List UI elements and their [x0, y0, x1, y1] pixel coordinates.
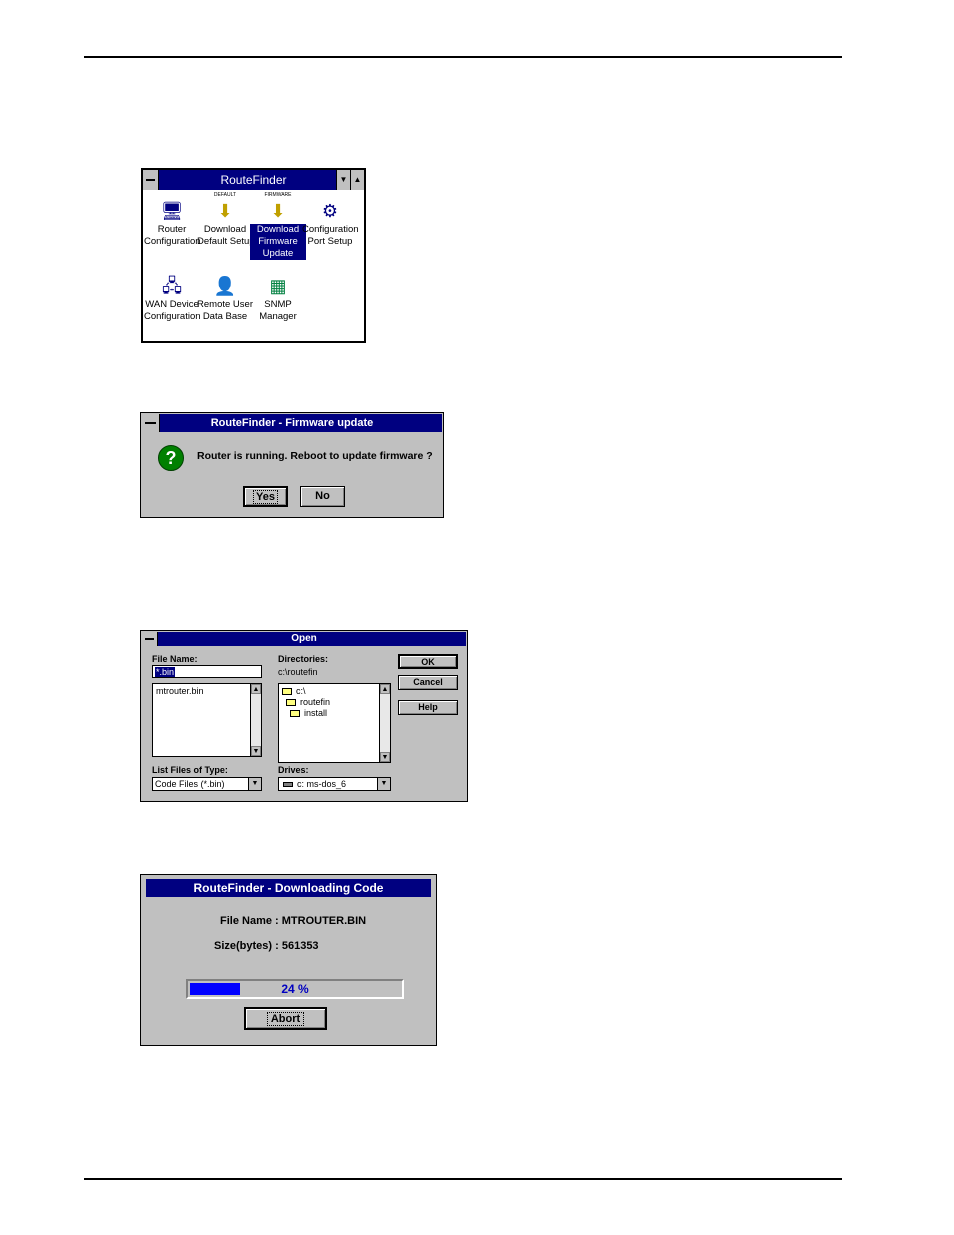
- file-list[interactable]: mtrouter.bin ▲ ▼: [152, 683, 262, 757]
- icon-caption: Firmware: [250, 236, 306, 248]
- file-name-input[interactable]: *.bin: [152, 665, 262, 678]
- top-rule: [84, 56, 842, 58]
- directory-list[interactable]: c:\ routefin install ▲ ▼: [278, 683, 391, 763]
- download-firmware-icon: ⬇: [270, 201, 286, 221]
- drive-icon: [283, 782, 293, 787]
- ok-button[interactable]: OK: [398, 654, 458, 669]
- minimize-icon[interactable]: ▼: [336, 170, 350, 190]
- icon-caption: Data Base: [202, 311, 248, 322]
- directory-item[interactable]: install: [282, 708, 330, 719]
- icon-caption: Configuration: [144, 311, 201, 322]
- bottom-rule: [84, 1178, 842, 1180]
- directories-label: Directories:: [278, 654, 329, 664]
- dialog-title: RouteFinder - Firmware update: [210, 417, 374, 429]
- directory-item[interactable]: c:\: [282, 686, 330, 697]
- control-menu-icon[interactable]: [142, 414, 160, 432]
- scroll-down-icon[interactable]: ▼: [380, 752, 390, 762]
- firmware-update-dialog: RouteFinder - Firmware update ? Router i…: [140, 412, 444, 518]
- cancel-button[interactable]: Cancel: [398, 675, 458, 690]
- open-title-bar[interactable]: Open: [142, 632, 466, 646]
- size-line: Size(bytes) : 561353: [214, 940, 319, 952]
- file-name-label: File Name:: [152, 654, 198, 664]
- maximize-icon[interactable]: ▲: [350, 170, 364, 190]
- yes-button[interactable]: Yes: [243, 486, 288, 507]
- group-icon-item[interactable]: 🖥 Router Configuration: [144, 192, 201, 248]
- icon-caption: Update: [250, 248, 306, 260]
- scroll-up-icon[interactable]: ▲: [251, 684, 261, 694]
- file-name-line: File Name : MTROUTER.BIN: [220, 915, 367, 927]
- folder-icon: [282, 688, 292, 695]
- group-icon-item[interactable]: ⚙ Configuration Port Setup: [302, 192, 359, 248]
- icon-caption: Router: [157, 224, 187, 235]
- directory-name: c:\: [296, 686, 306, 696]
- directory-list-scrollbar[interactable]: ▲ ▼: [379, 684, 390, 762]
- download-title-bar[interactable]: RouteFinder - Downloading Code: [146, 879, 431, 897]
- folder-icon: [286, 699, 296, 706]
- file-list-item[interactable]: mtrouter.bin: [156, 686, 204, 697]
- icon-caption: Download: [250, 224, 306, 236]
- port-setup-icon: ⚙: [321, 201, 339, 221]
- scroll-up-icon[interactable]: ▲: [380, 684, 390, 694]
- downloading-code-dialog: RouteFinder - Downloading Code File Name…: [140, 874, 437, 1046]
- download-default-icon: ⬇: [217, 201, 233, 221]
- group-icon-item[interactable]: ▦ SNMP Manager: [250, 267, 306, 323]
- remote-user-icon: 👤: [213, 276, 237, 296]
- icon-caption: Port Setup: [307, 236, 353, 247]
- group-icon-item[interactable]: 🖧 WAN Device Configuration: [144, 267, 201, 323]
- group-icon-item[interactable]: DEFAULT ⬇ Download Default Setup: [197, 192, 255, 248]
- directory-item[interactable]: routefin: [282, 697, 330, 708]
- dropdown-arrow-icon[interactable]: ▼: [248, 778, 261, 790]
- current-directory: c:\routefin: [278, 667, 318, 677]
- dialog-title: RouteFinder - Downloading Code: [193, 881, 384, 895]
- no-button[interactable]: No: [300, 486, 345, 507]
- control-menu-icon[interactable]: [143, 170, 159, 190]
- scroll-down-icon[interactable]: ▼: [251, 746, 261, 756]
- file-type-label: List Files of Type:: [152, 765, 228, 775]
- directory-name: install: [304, 708, 328, 718]
- folder-icon: [290, 710, 300, 717]
- file-list-scrollbar[interactable]: ▲ ▼: [250, 684, 261, 756]
- icon-caption: Manager: [259, 311, 297, 322]
- progress-bar: 24 %: [186, 979, 404, 999]
- firmware-message: Router is running. Reboot to update firm…: [197, 450, 433, 462]
- help-button[interactable]: Help: [398, 700, 458, 715]
- routefinder-title-bar[interactable]: RouteFinder: [143, 170, 364, 190]
- window-title: RouteFinder: [220, 173, 287, 187]
- drives-label: Drives:: [278, 765, 309, 775]
- directory-name: routefin: [300, 697, 331, 707]
- icon-caption: Configuration: [302, 224, 359, 235]
- icon-caption: Configuration: [144, 236, 201, 247]
- routefinder-group-window: RouteFinder ▼ ▲ 🖥 Router Configuration DEFA…: [141, 168, 366, 343]
- drives-select[interactable]: c: ms-dos_6 ▼: [278, 777, 391, 791]
- icon-caption: Remote User: [197, 299, 253, 310]
- icon-caption: SNMP: [264, 299, 292, 310]
- wan-device-icon: 🖧: [161, 276, 183, 296]
- control-menu-icon[interactable]: [142, 632, 158, 646]
- progress-text: 24 %: [281, 982, 309, 996]
- firmware-title-bar[interactable]: RouteFinder - Firmware update: [142, 414, 442, 432]
- router-icon: 🖥: [160, 201, 184, 221]
- icon-caption: Default Setup: [197, 236, 255, 247]
- dialog-title: Open: [291, 633, 317, 644]
- file-type-select[interactable]: Code Files (*.bin) ▼: [152, 777, 262, 791]
- icon-area: 🖥 Router Configuration DEFAULT ⬇ Download Defa…: [143, 190, 364, 341]
- question-icon: ?: [158, 445, 184, 471]
- group-icon-item[interactable]: 👤 Remote User Data Base: [197, 267, 253, 323]
- snmp-manager-icon: ▦: [269, 276, 287, 296]
- group-icon-item[interactable]: FIRMWARE ⬇ Download Firmware Update: [250, 192, 306, 260]
- icon-caption: WAN Device: [145, 299, 199, 310]
- abort-button[interactable]: Abort: [244, 1007, 327, 1030]
- open-dialog: Open File Name: *.bin mtrouter.bin ▲ ▼ D…: [140, 630, 468, 802]
- dropdown-arrow-icon[interactable]: ▼: [377, 778, 390, 790]
- icon-caption: Download: [203, 224, 247, 235]
